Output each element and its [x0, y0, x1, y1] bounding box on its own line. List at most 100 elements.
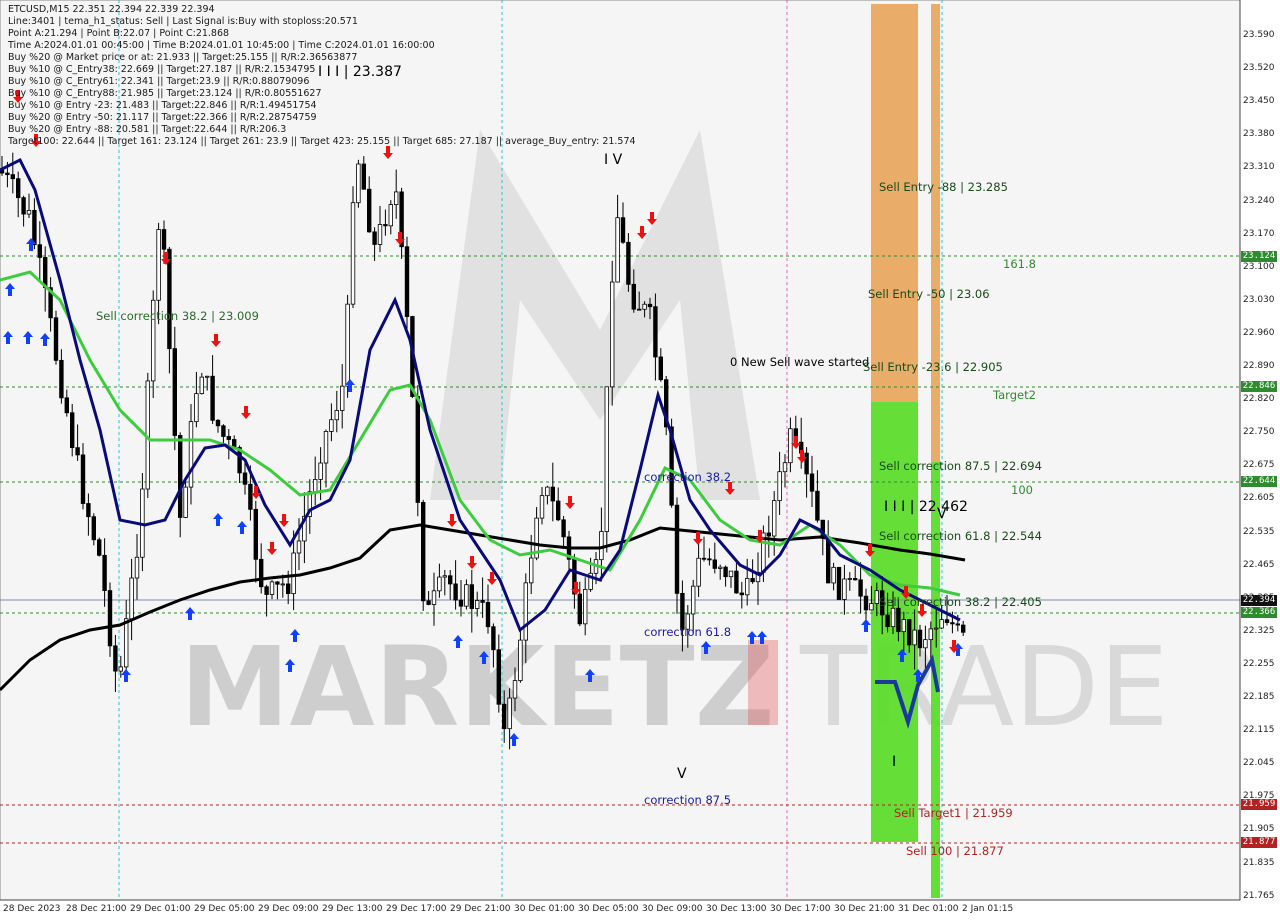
candle-body — [961, 624, 966, 633]
candle-body — [950, 622, 955, 625]
candle-body — [831, 566, 836, 584]
candle-body — [447, 575, 453, 585]
y-tick-label: 22.465 — [1243, 559, 1275, 570]
candle-body — [642, 303, 647, 310]
level-target2-label: Target2 — [993, 388, 1036, 402]
y-tick-label: 22.325 — [1243, 625, 1275, 636]
x-tick-label: 30 Dec 17:00 — [770, 904, 831, 914]
candle-body — [118, 666, 123, 672]
candle-body — [464, 584, 469, 607]
y-tick-label: 21.835 — [1243, 857, 1275, 868]
sell-corr-382-right-label: Sell correction 38.2 | 22.405 — [879, 595, 1042, 609]
candle-body — [86, 503, 91, 518]
candle-body — [474, 600, 480, 609]
x-tick-label: 30 Dec 01:00 — [514, 904, 575, 914]
candle-body — [939, 619, 944, 629]
candle-body — [269, 581, 275, 595]
candle-body — [275, 581, 280, 585]
candle-body — [907, 619, 912, 646]
candle-body — [501, 703, 507, 730]
price-label-22644: 22.644 — [1241, 476, 1277, 487]
price-label-22366: 22.366 — [1241, 607, 1277, 618]
info-line: Time A:2024.01.01 00:45:00 | Time B:2024… — [8, 40, 435, 51]
candle-body — [215, 419, 221, 427]
candle-body — [188, 421, 194, 488]
wave-V-right-label: V — [937, 506, 947, 522]
info-line: Target100: 22.644 || Target 161: 23.124 … — [8, 136, 636, 147]
sell-entry-50-label: Sell Entry -50 | 23.06 — [868, 287, 990, 301]
candle-body — [172, 348, 177, 436]
watermark-text-2: TRADE — [799, 623, 1169, 751]
correction-875-label: correction 87.5 — [644, 793, 732, 807]
candle-body — [248, 483, 253, 510]
candle-body — [604, 386, 609, 532]
info-line: Buy %10 @ Entry -23: 21.483 || Target:22… — [8, 100, 317, 111]
candle-body — [167, 248, 172, 350]
candle-body — [912, 629, 917, 646]
candle-body — [626, 241, 631, 285]
candle-body — [442, 575, 447, 578]
info-line: Buy %20 @ Market price or at: 21.933 || … — [8, 52, 358, 63]
price-label-22394: 22.394 — [1241, 595, 1277, 606]
candle-body — [804, 452, 809, 475]
sell-entry-236-label: Sell Entry -23.6 | 22.905 — [863, 360, 1003, 374]
y-tick-label: 23.590 — [1243, 30, 1275, 40]
y-tick-label: 22.115 — [1243, 725, 1275, 736]
y-tick-label: 23.170 — [1243, 228, 1275, 239]
level-100-label: 100 — [1011, 483, 1033, 497]
y-tick-label: 22.605 — [1243, 493, 1275, 504]
candle-body — [674, 504, 680, 594]
candle-body — [696, 557, 701, 587]
candle-body — [350, 202, 356, 305]
candle-body — [70, 412, 75, 449]
x-tick-label: 28 Dec 21:00 — [66, 904, 127, 914]
candle-body — [469, 584, 474, 609]
candle-body — [453, 583, 458, 601]
sell-corr-618-label: Sell correction 61.8 | 22.544 — [879, 529, 1042, 543]
chart-window[interactable]: MARKETZ TRADE ETCUSD,M15 22.351 22.394 2… — [0, 0, 1280, 920]
candle-body — [620, 217, 626, 243]
candle-body — [366, 188, 372, 233]
candle-body — [809, 473, 815, 492]
candle-body — [323, 431, 329, 464]
candle-body — [599, 531, 604, 561]
candle-body — [934, 627, 939, 630]
x-tick-label: 30 Dec 21:00 — [834, 904, 895, 914]
sell-target1-label: Sell Target1 | 21.959 — [894, 806, 1013, 820]
sell-correction-382-label: Sell correction 38.2 | 23.009 — [96, 309, 259, 323]
candle-body — [842, 578, 847, 600]
y-tick-label: 23.100 — [1243, 261, 1275, 272]
candle-body — [280, 583, 285, 586]
candle-body — [728, 570, 734, 578]
candle-body — [766, 532, 771, 537]
new-sell-wave-label: 0 New Sell wave started — [730, 355, 870, 369]
candle-body — [75, 447, 80, 456]
candle-body — [64, 397, 69, 414]
candle-body — [701, 557, 707, 560]
y-tick-label: 22.185 — [1243, 692, 1275, 702]
wave-IV-label: I V — [604, 152, 623, 168]
candle-body — [863, 595, 869, 611]
candle-body — [777, 471, 782, 502]
candle-body — [318, 462, 323, 480]
candle-body — [264, 586, 269, 595]
wave-I-label: I — [892, 754, 897, 770]
candle-body — [199, 376, 204, 395]
x-tick-label: 29 Dec 21:00 — [450, 904, 511, 914]
price-label-23124: 23.124 — [1241, 251, 1277, 262]
candle-body — [431, 590, 437, 605]
wave-III-label: I I I | 23.387 — [318, 64, 402, 80]
candle-body — [426, 600, 431, 605]
x-tick-label: 29 Dec 17:00 — [386, 904, 447, 914]
candle-body — [377, 224, 383, 245]
candle-body — [853, 578, 858, 581]
y-tick-label: 21.905 — [1243, 824, 1275, 835]
sell-target100-label: Sell 100 | 21.877 — [906, 844, 1004, 858]
candle-body — [253, 508, 258, 560]
candle-body — [102, 554, 107, 591]
candle-body — [124, 618, 129, 668]
candle-body — [458, 599, 464, 607]
candle-body — [356, 163, 361, 204]
wave-III-right-label: I I I | 22.462 — [884, 499, 968, 515]
y-tick-label: 23.380 — [1243, 129, 1275, 140]
